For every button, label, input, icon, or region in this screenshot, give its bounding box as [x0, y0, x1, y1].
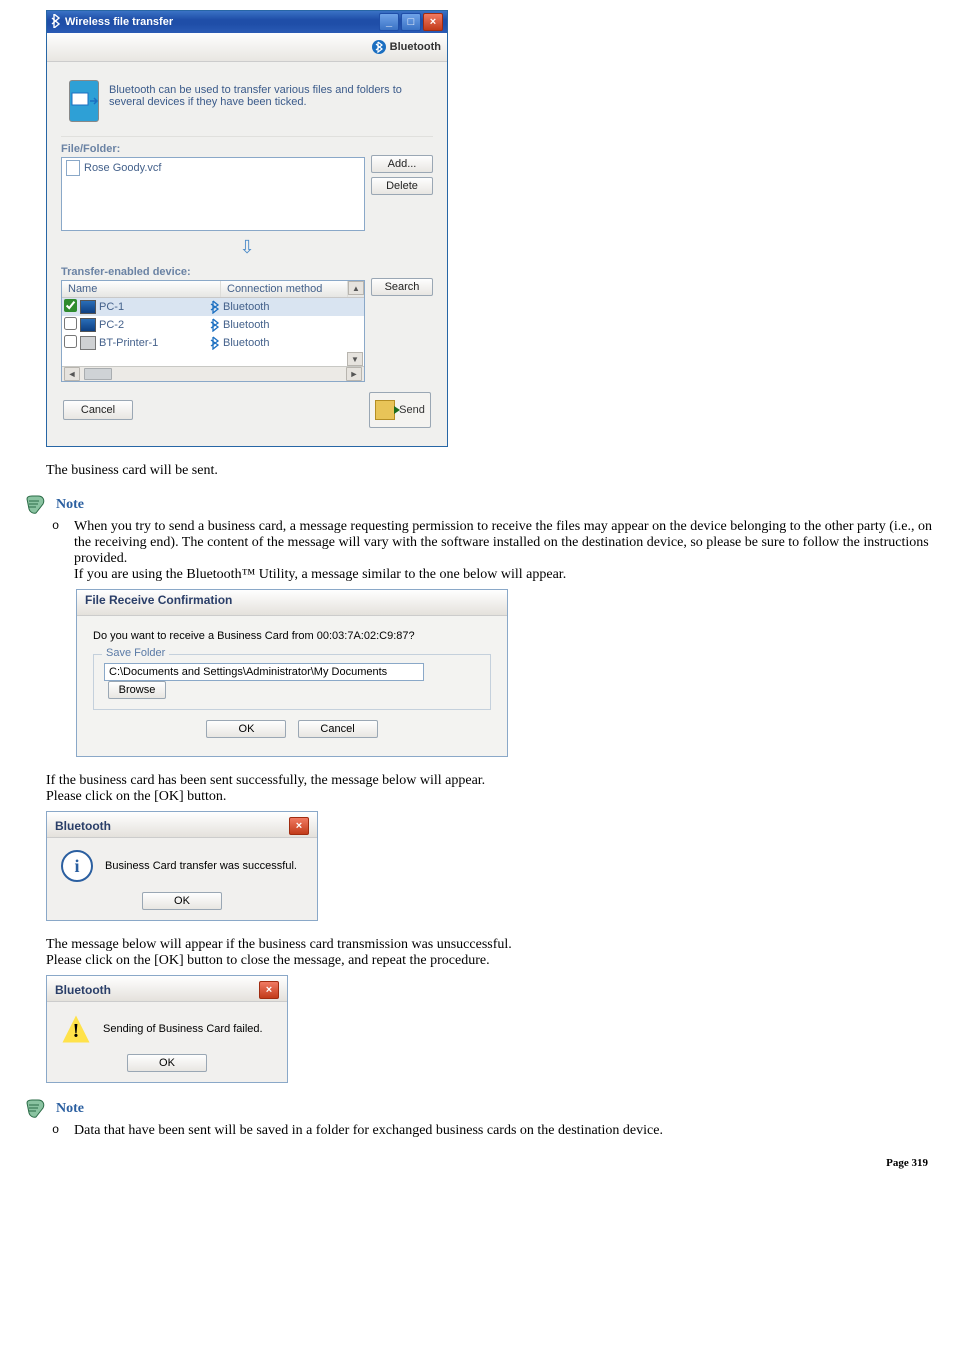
- dialog-title: Bluetooth ×: [47, 976, 287, 1002]
- transfer-graphic-icon: [69, 80, 99, 122]
- computer-icon: [80, 318, 96, 332]
- file-list-item[interactable]: Rose Goody.vcf: [66, 160, 360, 176]
- add-button[interactable]: Add...: [371, 155, 433, 173]
- note-heading: Note: [24, 1099, 936, 1119]
- file-receive-confirmation-dialog: File Receive Confirmation Do you want to…: [76, 589, 508, 757]
- printer-icon: [80, 336, 96, 350]
- wireless-file-transfer-window: Wireless file transfer _ □ × Bluetooth B…: [46, 10, 448, 447]
- device-checkbox[interactable]: [64, 317, 77, 330]
- scroll-thumb[interactable]: [84, 368, 112, 380]
- column-name[interactable]: Name: [62, 281, 221, 297]
- close-icon[interactable]: ×: [289, 817, 309, 835]
- fail-message-dialog: Bluetooth × ! Sending of Business Card f…: [46, 975, 288, 1083]
- note-list-item: Data that have been sent will be saved i…: [46, 1123, 936, 1139]
- bluetooth-brand-label: Bluetooth: [372, 40, 441, 54]
- dialog-title: File Receive Confirmation: [77, 590, 507, 616]
- note-icon: [24, 495, 46, 515]
- dialog-question: Do you want to receive a Business Card f…: [93, 630, 491, 642]
- dialog-title: Bluetooth ×: [47, 812, 317, 838]
- scroll-up-icon[interactable]: ▲: [348, 281, 364, 295]
- toolbar: Bluetooth: [47, 33, 447, 62]
- cancel-button[interactable]: Cancel: [298, 720, 378, 738]
- intro-panel: Bluetooth can be used to transfer variou…: [61, 72, 433, 137]
- vcard-icon: [66, 160, 80, 176]
- search-button[interactable]: Search: [371, 278, 433, 296]
- file-folder-label: File/Folder:: [61, 143, 433, 155]
- note-heading: Note: [24, 495, 936, 515]
- success-message-dialog: Bluetooth × i Business Card transfer was…: [46, 811, 318, 921]
- bluetooth-icon: [372, 40, 386, 54]
- device-list-header: Name Connection method ▲: [62, 281, 364, 298]
- cancel-button[interactable]: Cancel: [63, 400, 133, 420]
- page-footer: Page 319: [16, 1157, 936, 1169]
- window-titlebar: Wireless file transfer _ □ ×: [47, 11, 447, 33]
- column-connection[interactable]: Connection method: [221, 281, 348, 297]
- device-checkbox[interactable]: [64, 299, 77, 312]
- info-icon: i: [61, 850, 93, 882]
- body-text: If the business card has been sent succe…: [46, 773, 936, 805]
- save-folder-fieldset: Save Folder C:\Documents and Settings\Ad…: [93, 654, 491, 710]
- bluetooth-icon: [210, 318, 220, 332]
- arrow-down-icon: ⇩: [61, 231, 433, 260]
- note-icon: [24, 1099, 46, 1119]
- ok-button[interactable]: OK: [142, 892, 222, 910]
- computer-icon: [80, 300, 96, 314]
- delete-button[interactable]: Delete: [371, 177, 433, 195]
- bluetooth-icon: [210, 300, 220, 314]
- save-folder-input[interactable]: C:\Documents and Settings\Administrator\…: [104, 663, 424, 681]
- dialog-text: Business Card transfer was successful.: [105, 860, 297, 872]
- body-text: The message below will appear if the bus…: [46, 937, 936, 969]
- device-list[interactable]: Name Connection method ▲ PC-1 Bluetooth …: [61, 280, 365, 382]
- scroll-left-icon[interactable]: ◄: [64, 367, 80, 381]
- save-folder-legend: Save Folder: [102, 647, 169, 659]
- scroll-down-icon[interactable]: ▼: [347, 352, 363, 366]
- body-text: The business card will be sent.: [46, 463, 936, 479]
- close-icon[interactable]: ×: [259, 981, 279, 999]
- note-list-item: When you try to send a business card, a …: [46, 519, 936, 583]
- file-list[interactable]: Rose Goody.vcf: [61, 157, 365, 231]
- device-row[interactable]: BT-Printer-1 Bluetooth: [62, 334, 364, 352]
- send-button[interactable]: Send: [369, 392, 431, 428]
- intro-text: Bluetooth can be used to transfer variou…: [109, 80, 425, 122]
- device-row[interactable]: PC-2 Bluetooth: [62, 316, 364, 334]
- warning-icon: !: [61, 1014, 91, 1044]
- scroll-right-icon[interactable]: ►: [346, 367, 362, 381]
- bluetooth-icon: [210, 336, 220, 350]
- device-row[interactable]: PC-1 Bluetooth: [62, 298, 364, 316]
- ok-button[interactable]: OK: [206, 720, 286, 738]
- maximize-button[interactable]: □: [401, 13, 421, 31]
- minimize-button[interactable]: _: [379, 13, 399, 31]
- device-checkbox[interactable]: [64, 335, 77, 348]
- device-section-label: Transfer-enabled device:: [61, 266, 433, 278]
- horizontal-scrollbar[interactable]: ◄ ►: [62, 366, 364, 381]
- close-button[interactable]: ×: [423, 13, 443, 31]
- ok-button[interactable]: OK: [127, 1054, 207, 1072]
- browse-button[interactable]: Browse: [108, 681, 166, 699]
- send-icon: [375, 400, 395, 420]
- bluetooth-app-icon: [51, 14, 61, 31]
- window-title: Wireless file transfer: [65, 16, 173, 28]
- dialog-text: Sending of Business Card failed.: [103, 1023, 263, 1035]
